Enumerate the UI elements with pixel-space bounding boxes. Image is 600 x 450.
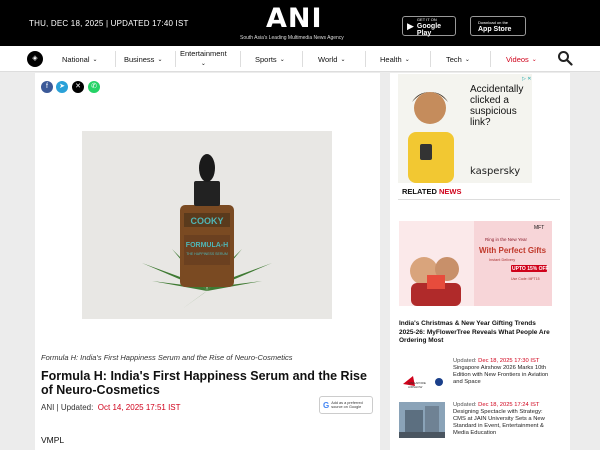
main-nav: ◈ National ⌄ Business ⌄ Entertainment ⌄ Spo… [0, 46, 600, 72]
whatsapp-icon[interactable]: ✆ [88, 81, 100, 93]
google-icon: G [323, 400, 330, 410]
ani-logo-icon[interactable]: ◈ [27, 51, 43, 67]
app-store-button[interactable]: Download on the App Store [470, 16, 526, 36]
byline-updated: Updated: [60, 403, 94, 412]
product-label-sub: THE HAPPINESS SERUM [186, 252, 228, 256]
chevron-down-icon: ⌄ [200, 61, 206, 67]
x-icon[interactable]: ✕ [72, 81, 84, 93]
ad-brand: kaspersky [470, 166, 521, 177]
adchoices-icon[interactable]: ▷ ✕ [522, 76, 531, 82]
chevron-down-icon: ⌄ [464, 56, 470, 63]
byline: ANI | Updated: Oct 14, 2025 17:51 IST [41, 403, 181, 412]
nav-health[interactable]: Health ⌄ [380, 46, 410, 72]
related-item-title: Designing Spectacle with Strategy: CMS a… [453, 409, 545, 436]
chevron-down-icon: ⌄ [279, 56, 285, 63]
nav-tech[interactable]: Tech ⌄ [446, 46, 470, 72]
article-image: COOKY FORMULA-H THE HAPPINESS SERUM [82, 131, 332, 319]
related-lead-image[interactable]: MFT Ring in the New Year With Perfect Gi… [399, 221, 552, 306]
related-lead-title[interactable]: India's Christmas & New Year Gifting Tre… [399, 320, 554, 346]
chevron-down-icon: ⌄ [531, 56, 537, 63]
top-bar: THU, DEC 18, 2025 | UPDATED 17:40 IST AN… [0, 0, 600, 46]
article-headline: Formula H: India's First Happiness Serum… [41, 369, 367, 397]
tagline: South Asia's Leading Multimedia News Age… [240, 35, 344, 41]
related-thumb [399, 402, 445, 438]
telegram-icon[interactable]: ➤ [56, 81, 68, 93]
chevron-down-icon: ⌄ [92, 56, 98, 63]
nav-world[interactable]: World ⌄ [318, 46, 345, 72]
nav-national[interactable]: National ⌄ [62, 46, 98, 72]
product-label-brand: COOKY [190, 216, 223, 226]
byline-date: Oct 14, 2025 17:51 IST [97, 403, 181, 412]
mft-logo: MFT [534, 225, 545, 231]
preferred-source-button[interactable]: G Add as a preferred source on Google [319, 396, 373, 414]
nav-business[interactable]: Business ⌄ [124, 46, 162, 72]
related-news-heading: RELATED NEWS [398, 186, 560, 200]
sidebar: Accidentally clicked a suspicious link? … [390, 73, 570, 450]
product-label-title: FORMULA-H [186, 242, 228, 249]
image-caption: Formula H: India's First Happiness Serum… [41, 353, 293, 362]
related-thumb: SINGAPORE AIRSHOW [399, 364, 445, 400]
related-item-title: Singapore Airshow 2026 Marks 10th Editio… [453, 365, 549, 385]
kaspersky-ad[interactable]: Accidentally clicked a suspicious link? … [398, 74, 532, 183]
facebook-icon[interactable]: f [41, 81, 53, 93]
search-icon[interactable] [557, 50, 573, 66]
chevron-down-icon: ⌄ [404, 56, 410, 63]
byline-source: ANI [41, 403, 55, 412]
article-first-line: VMPL [41, 435, 65, 445]
chevron-down-icon: ⌄ [340, 56, 346, 63]
ad-headline: Accidentally clicked a suspicious link? [470, 84, 524, 128]
nav-entertainment[interactable]: Entertainment ⌄ [180, 46, 227, 72]
nav-videos[interactable]: Videos ⌄ [506, 46, 537, 72]
nav-sports[interactable]: Sports ⌄ [255, 46, 285, 72]
date-line: THU, DEC 18, 2025 | UPDATED 17:40 IST [29, 19, 189, 28]
article-column: f ➤ ✕ ✆ COOKY FORMULA-H THE HAPPINESS SE… [35, 73, 380, 450]
chevron-down-icon: ⌄ [157, 56, 163, 63]
ani-logo[interactable]: ANI [266, 4, 323, 34]
google-play-button[interactable]: ▶ GET IT ON Google Play [402, 16, 456, 37]
google-play-icon: ▶ [407, 20, 414, 31]
